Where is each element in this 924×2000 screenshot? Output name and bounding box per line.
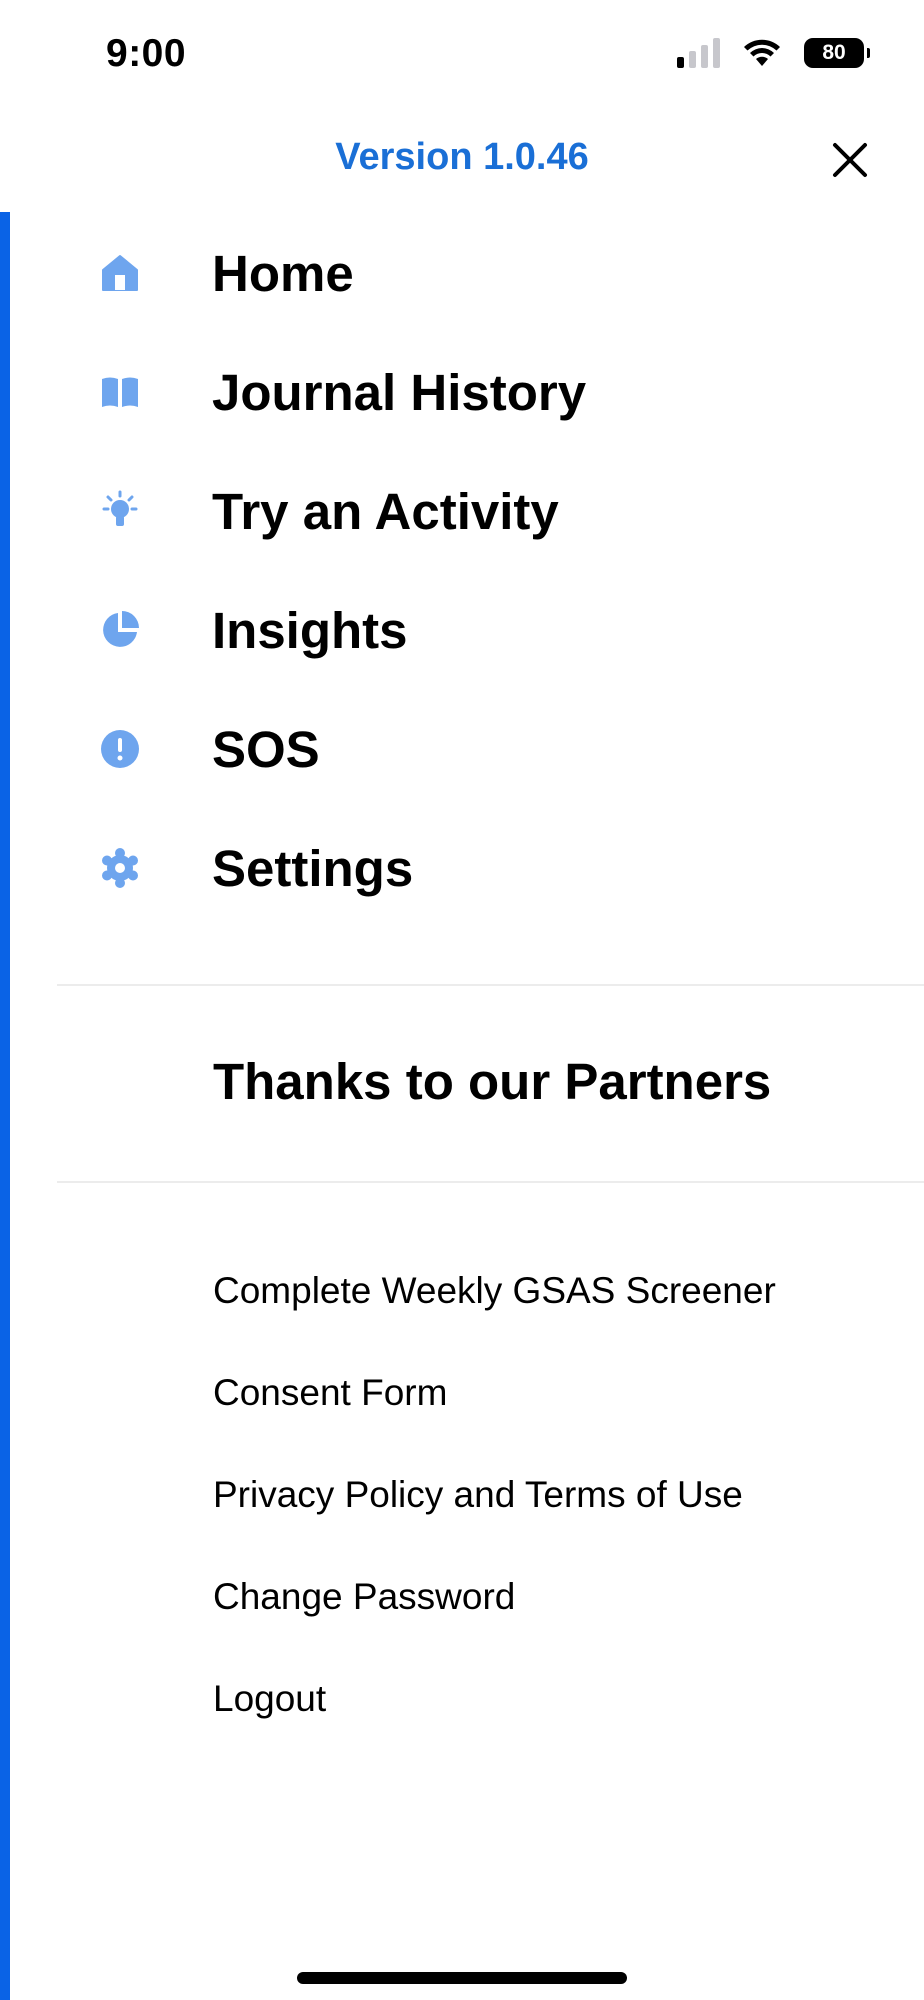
divider: [57, 1181, 924, 1183]
lightbulb-icon: [96, 487, 144, 535]
battery-level: 80: [822, 41, 846, 64]
nav-item-label: Try an Activity: [212, 482, 559, 540]
battery-icon: 80: [804, 38, 870, 68]
link-gsas-screener[interactable]: Complete Weekly GSAS Screener: [213, 1270, 776, 1312]
link-consent-form[interactable]: Consent Form: [213, 1372, 447, 1414]
version-label: Version 1.0.46: [335, 136, 589, 178]
link-logout[interactable]: Logout: [213, 1678, 326, 1720]
nav-item-journal-history[interactable]: Journal History: [96, 357, 586, 427]
alert-icon: [96, 725, 144, 773]
nav-item-try-activity[interactable]: Try an Activity: [96, 476, 559, 546]
nav-item-label: Home: [212, 244, 354, 302]
sidebar-accent-bar: [0, 212, 10, 2000]
nav-item-label: Settings: [212, 839, 414, 897]
pie-chart-icon: [96, 606, 144, 654]
nav-item-label: SOS: [212, 720, 320, 778]
nav-item-sos[interactable]: SOS: [96, 714, 320, 784]
status-icons: 80: [677, 38, 870, 68]
divider: [57, 984, 924, 986]
link-privacy-policy[interactable]: Privacy Policy and Terms of Use: [213, 1474, 743, 1516]
nav-item-home[interactable]: Home: [96, 238, 354, 308]
nav-item-insights[interactable]: Insights: [96, 595, 408, 665]
partners-link[interactable]: Thanks to our Partners: [213, 1052, 771, 1111]
nav-item-label: Insights: [212, 601, 408, 659]
home-icon: [96, 249, 144, 297]
close-icon: [833, 143, 867, 177]
close-button[interactable]: [826, 136, 874, 184]
book-icon: [96, 368, 144, 416]
nav-item-label: Journal History: [212, 363, 587, 421]
status-time: 9:00: [106, 32, 187, 75]
gear-icon: [96, 844, 144, 892]
link-change-password[interactable]: Change Password: [213, 1576, 515, 1618]
wifi-icon: [744, 39, 780, 66]
menu-screen: 9:00 80 Version 1.0.46 Home Journal Hist…: [0, 0, 924, 2000]
signal-icon: [677, 38, 720, 68]
nav-item-settings[interactable]: Settings: [96, 833, 413, 903]
home-indicator[interactable]: [297, 1972, 627, 1984]
